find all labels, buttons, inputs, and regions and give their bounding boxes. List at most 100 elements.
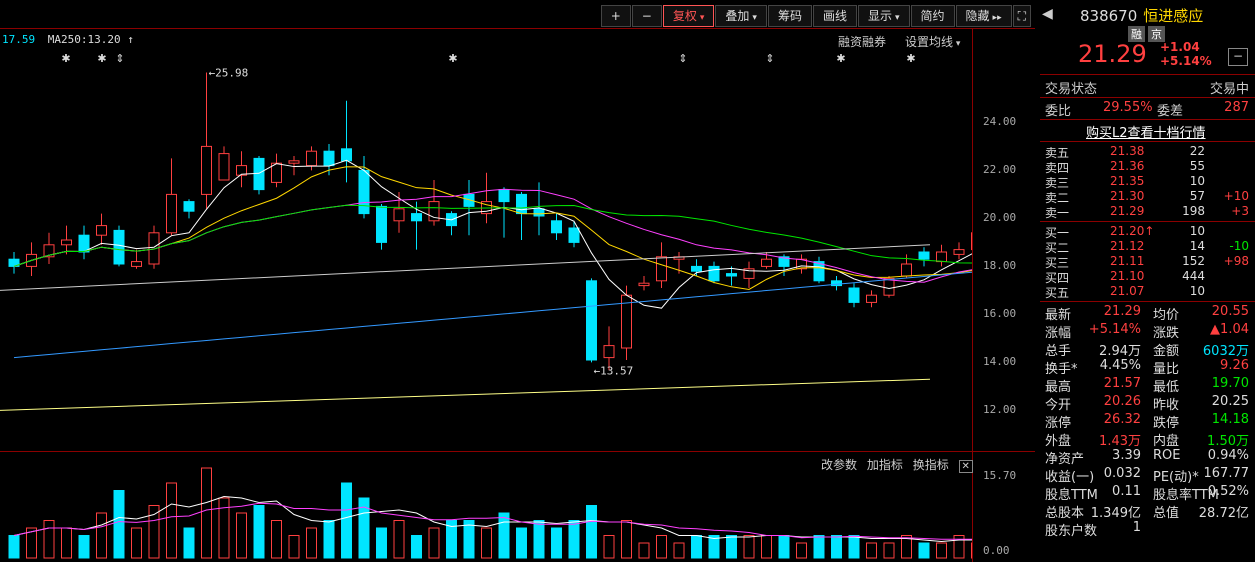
- ask-price: 21.35: [1110, 174, 1145, 188]
- fullscreen-icon[interactable]: ⛶: [1012, 5, 1031, 27]
- l2-link[interactable]: 购买L2查看十档行情: [1086, 122, 1206, 141]
- candle-body: [96, 225, 107, 236]
- volume-bar: [656, 535, 667, 559]
- stat-value: 1.50万: [1207, 434, 1249, 449]
- volume-bar: [61, 527, 72, 559]
- volume-bar: [43, 520, 55, 559]
- volume-bar: [568, 520, 580, 559]
- ma120-line: [0, 244, 931, 291]
- event-marker-icon: ✱: [97, 52, 106, 65]
- candle-body: [183, 201, 195, 212]
- add-indicator-link[interactable]: 加指标: [867, 458, 903, 472]
- stat-label: 总值: [1153, 506, 1180, 521]
- volume-bar: [428, 527, 440, 559]
- double-chevron-right-icon: ▸▸: [992, 13, 1002, 23]
- stat-label: 最低: [1153, 380, 1180, 395]
- volume-bar: [288, 535, 300, 559]
- status-value: 交易中: [1209, 82, 1249, 97]
- bid-row: 买四 21.10 444: [1045, 269, 1253, 285]
- volume-bar: [271, 520, 282, 559]
- candle-body: [883, 277, 895, 296]
- bid-price: 21.11: [1110, 254, 1145, 268]
- ask-label: 卖一: [1045, 206, 1070, 220]
- candle-body: [393, 208, 405, 222]
- stat-label: 跌停: [1153, 416, 1180, 431]
- y-tick: 20.00: [983, 211, 1017, 224]
- ask-change: +10: [1223, 189, 1249, 203]
- change-params-link[interactable]: 改参数: [821, 458, 857, 472]
- volume-bar: [131, 527, 142, 559]
- stat-label: 最高: [1045, 380, 1072, 395]
- stat-row: 涨停 26.32 跌停 14.18: [1045, 412, 1253, 431]
- candle-body: [166, 193, 177, 234]
- stat-value: 19.70: [1211, 376, 1249, 391]
- price-canvas: ←25.98 ←13.57 ✱ ✱ ⇕ ✱ ⇕ ⇕ ✱ ✱: [0, 52, 972, 559]
- stat-value: 4.45%: [1099, 358, 1141, 373]
- stat-label: 量比: [1153, 362, 1180, 377]
- ma250-line: [0, 378, 931, 411]
- candle-body: [358, 169, 370, 215]
- stat-value: 0.032: [1103, 466, 1141, 481]
- stat-row: 收益(一) 0.032 PE(动)* 167.77: [1045, 466, 1253, 485]
- bid-row: 买一 21.20↑ 10: [1045, 224, 1253, 240]
- ask-row: 卖五 21.38 22: [1045, 144, 1253, 160]
- prev-icon[interactable]: ◀: [1042, 6, 1053, 22]
- volume-bar: [796, 542, 807, 559]
- volume-bar: [621, 520, 632, 559]
- candle-body: [201, 145, 212, 195]
- stat-row: 最新 21.29 均价 20.55: [1045, 304, 1253, 323]
- candle-body: [761, 258, 772, 267]
- volume-bar: [183, 527, 195, 559]
- high-annotation: ←25.98: [209, 66, 249, 79]
- stat-value: 2.94万: [1099, 344, 1141, 359]
- close-icon[interactable]: ✕: [958, 460, 973, 473]
- volume-bar: [813, 535, 825, 559]
- kline-chart[interactable]: + − 复权 ▾ 叠加 ▾ 筹码 画线 显示 ▾ 简约 隐藏 ▸▸ ⛶ 17.59 MA…: [0, 0, 1035, 562]
- y-tick: 14.00: [983, 355, 1017, 368]
- stat-row: 今开 20.26 昨收 20.25: [1045, 394, 1253, 413]
- volume-bar: [253, 505, 265, 559]
- switch-indicator-link[interactable]: 换指标: [913, 458, 949, 472]
- volume-bar: [551, 527, 562, 559]
- candle-body: [376, 205, 387, 243]
- candle-body: [901, 263, 912, 277]
- candle-body: [866, 294, 877, 303]
- candle-body: [306, 150, 317, 167]
- stat-label: 总手: [1045, 344, 1072, 359]
- ma10-line: [13, 166, 972, 290]
- candle-body: [936, 251, 947, 263]
- volume-bar: [96, 512, 107, 559]
- candle-body: [691, 265, 702, 272]
- ask-volume: 22: [1189, 144, 1205, 158]
- volume-bar: [936, 542, 947, 559]
- stat-row: 涨幅 +5.14% 涨跌 ▲1.04: [1045, 322, 1253, 341]
- bid-volume: 10: [1189, 224, 1205, 238]
- stat-label: PE(动)*: [1153, 470, 1199, 485]
- candle-body: [656, 256, 667, 282]
- candle-body: [848, 287, 860, 303]
- y-tick: 24.00: [983, 115, 1017, 128]
- stock-title: 838670 恒进感应: [1080, 5, 1203, 26]
- stat-value: 0.52%: [1207, 484, 1249, 499]
- y-tick: 22.00: [983, 163, 1017, 176]
- volume-bar: [236, 512, 247, 559]
- minus-icon[interactable]: −: [1228, 48, 1248, 66]
- diff-value: 287: [1224, 100, 1249, 115]
- volume-bar: [166, 482, 177, 559]
- stock-code: 838670: [1080, 7, 1138, 25]
- stat-row: 总手 2.94万 金额 6032万: [1045, 340, 1253, 359]
- ask-change: +3: [1231, 204, 1249, 218]
- ask-row: 卖二 21.30 57 +10: [1045, 189, 1253, 205]
- candle-body: [61, 239, 72, 246]
- stat-label: 股东户数: [1045, 524, 1098, 539]
- stat-row: 股息TTM 0.11 股息率TTM 0.52%: [1045, 484, 1253, 503]
- candle-body: [341, 148, 352, 162]
- y-tick: 12.00: [983, 403, 1017, 416]
- candle-body: [603, 345, 615, 359]
- price-change: +1.04: [1160, 40, 1200, 54]
- volume-bar: [778, 535, 790, 559]
- candle-body: [113, 229, 125, 265]
- status-label: 交易状态: [1045, 82, 1098, 97]
- volume-bar: [743, 535, 755, 559]
- volume-bar: [113, 490, 125, 559]
